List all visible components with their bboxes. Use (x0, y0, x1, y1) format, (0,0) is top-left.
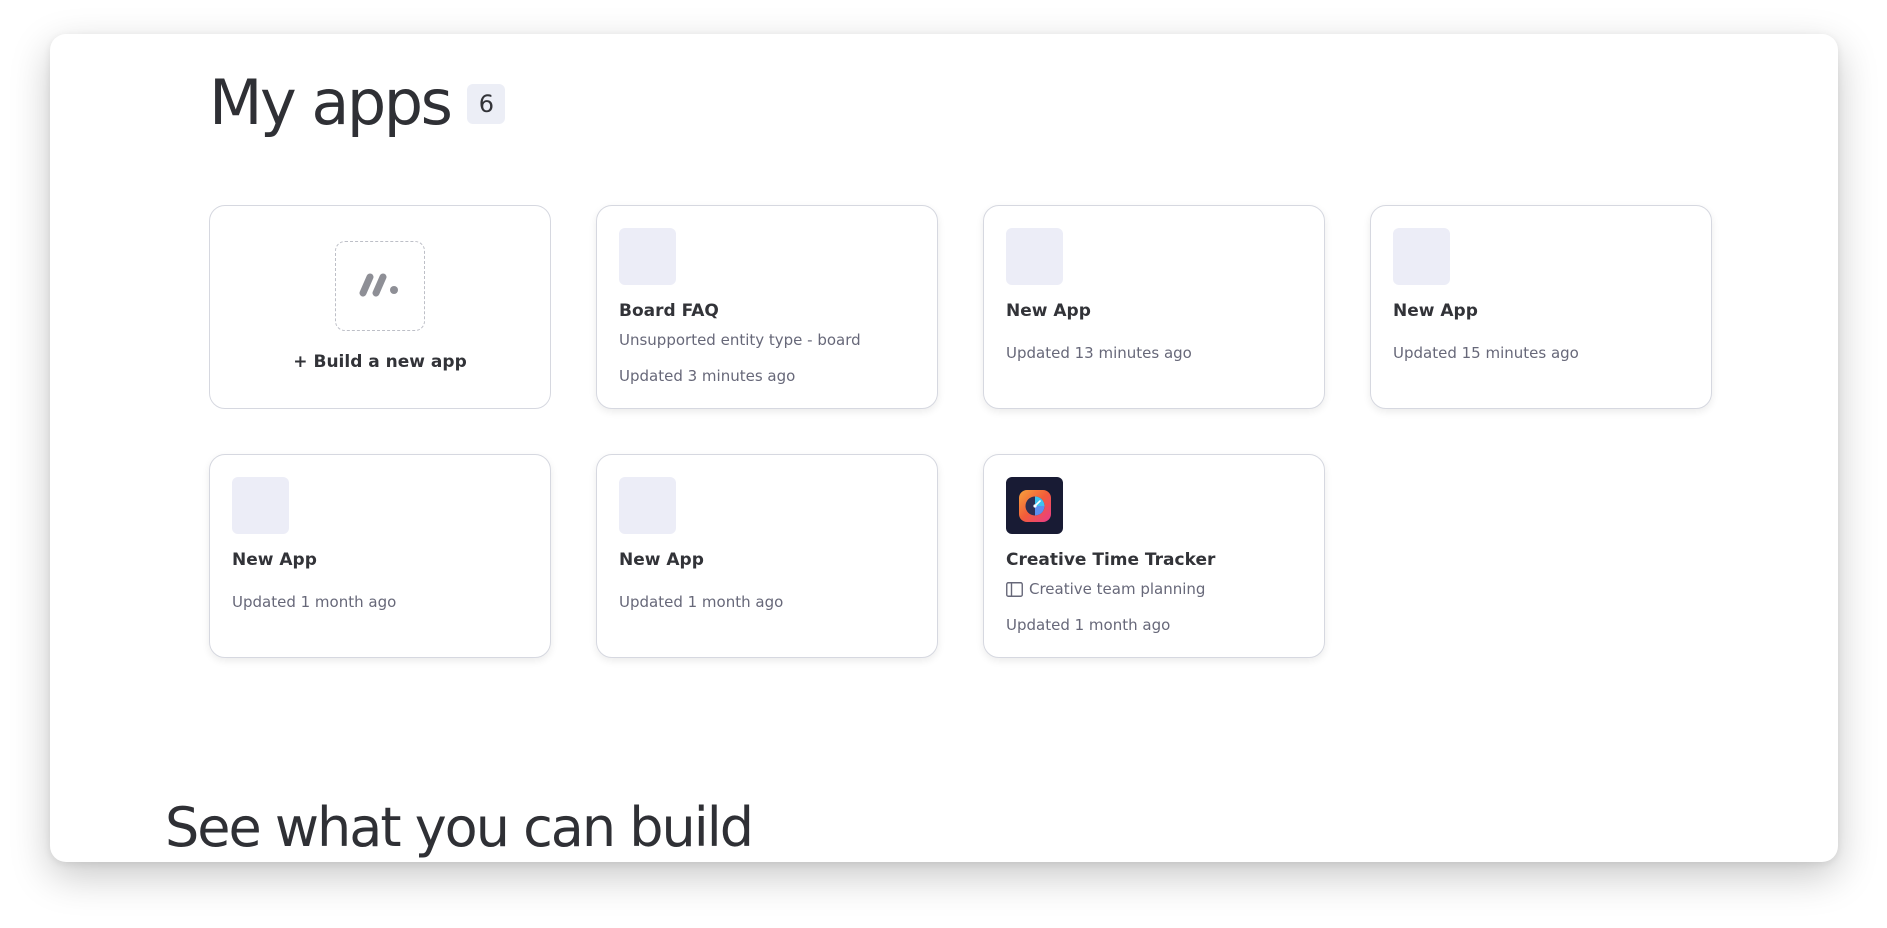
app-card-new-app[interactable]: New App Updated 15 minutes ago (1370, 205, 1712, 409)
app-name: Board FAQ (619, 301, 719, 321)
app-subtitle-row: Creative team planning (1006, 580, 1205, 598)
app-card-creative-time-tracker[interactable]: Creative Time Tracker Creative team plan… (983, 454, 1325, 658)
app-icon-placeholder (1006, 228, 1063, 285)
app-name: New App (619, 550, 704, 570)
build-new-app-card[interactable]: + Build a new app (209, 205, 551, 409)
plus-icon: + (293, 352, 308, 372)
app-name: New App (1006, 301, 1091, 321)
app-card-board-faq[interactable]: Board FAQ Unsupported entity type - boar… (596, 205, 938, 409)
app-subtitle: Creative team planning (1029, 580, 1206, 598)
app-icon-placeholder (232, 477, 289, 534)
build-new-app-label: Build a new app (313, 352, 467, 372)
new-app-icon-box (335, 241, 425, 331)
app-updated: Updated 1 month ago (232, 593, 397, 611)
app-card-new-app[interactable]: New App Updated 1 month ago (209, 454, 551, 658)
app-card-new-app[interactable]: New App Updated 13 minutes ago (983, 205, 1325, 409)
app-updated: Updated 3 minutes ago (619, 367, 796, 385)
monday-logo-icon (357, 271, 403, 301)
app-updated: Updated 15 minutes ago (1393, 344, 1579, 362)
app-name: New App (232, 550, 317, 570)
app-card-new-app[interactable]: New App Updated 1 month ago (596, 454, 938, 658)
apps-grid: + Build a new app Board FAQ Unsupported e… (209, 205, 1712, 658)
app-name: New App (1393, 301, 1478, 321)
app-icon-placeholder (619, 228, 676, 285)
section-title-see-what-you-can-build: See what you can build (165, 796, 754, 859)
app-icon-placeholder (619, 477, 676, 534)
build-new-app-label-row: + Build a new app (210, 352, 550, 372)
page-title: My apps (209, 66, 453, 139)
app-updated: Updated 1 month ago (619, 593, 784, 611)
app-updated: Updated 1 month ago (1006, 616, 1171, 634)
page-header: My apps 6 (209, 66, 506, 139)
app-updated: Updated 13 minutes ago (1006, 344, 1192, 362)
app-icon-placeholder (1393, 228, 1450, 285)
app-name: Creative Time Tracker (1006, 550, 1216, 570)
app-subtitle: Unsupported entity type - board (619, 331, 861, 349)
apps-count-badge: 6 (467, 84, 506, 124)
board-icon (1006, 581, 1023, 597)
time-tracker-app-icon (1006, 477, 1063, 534)
app-window: My apps 6 + Build a new app Board FAQ Un… (50, 34, 1838, 862)
